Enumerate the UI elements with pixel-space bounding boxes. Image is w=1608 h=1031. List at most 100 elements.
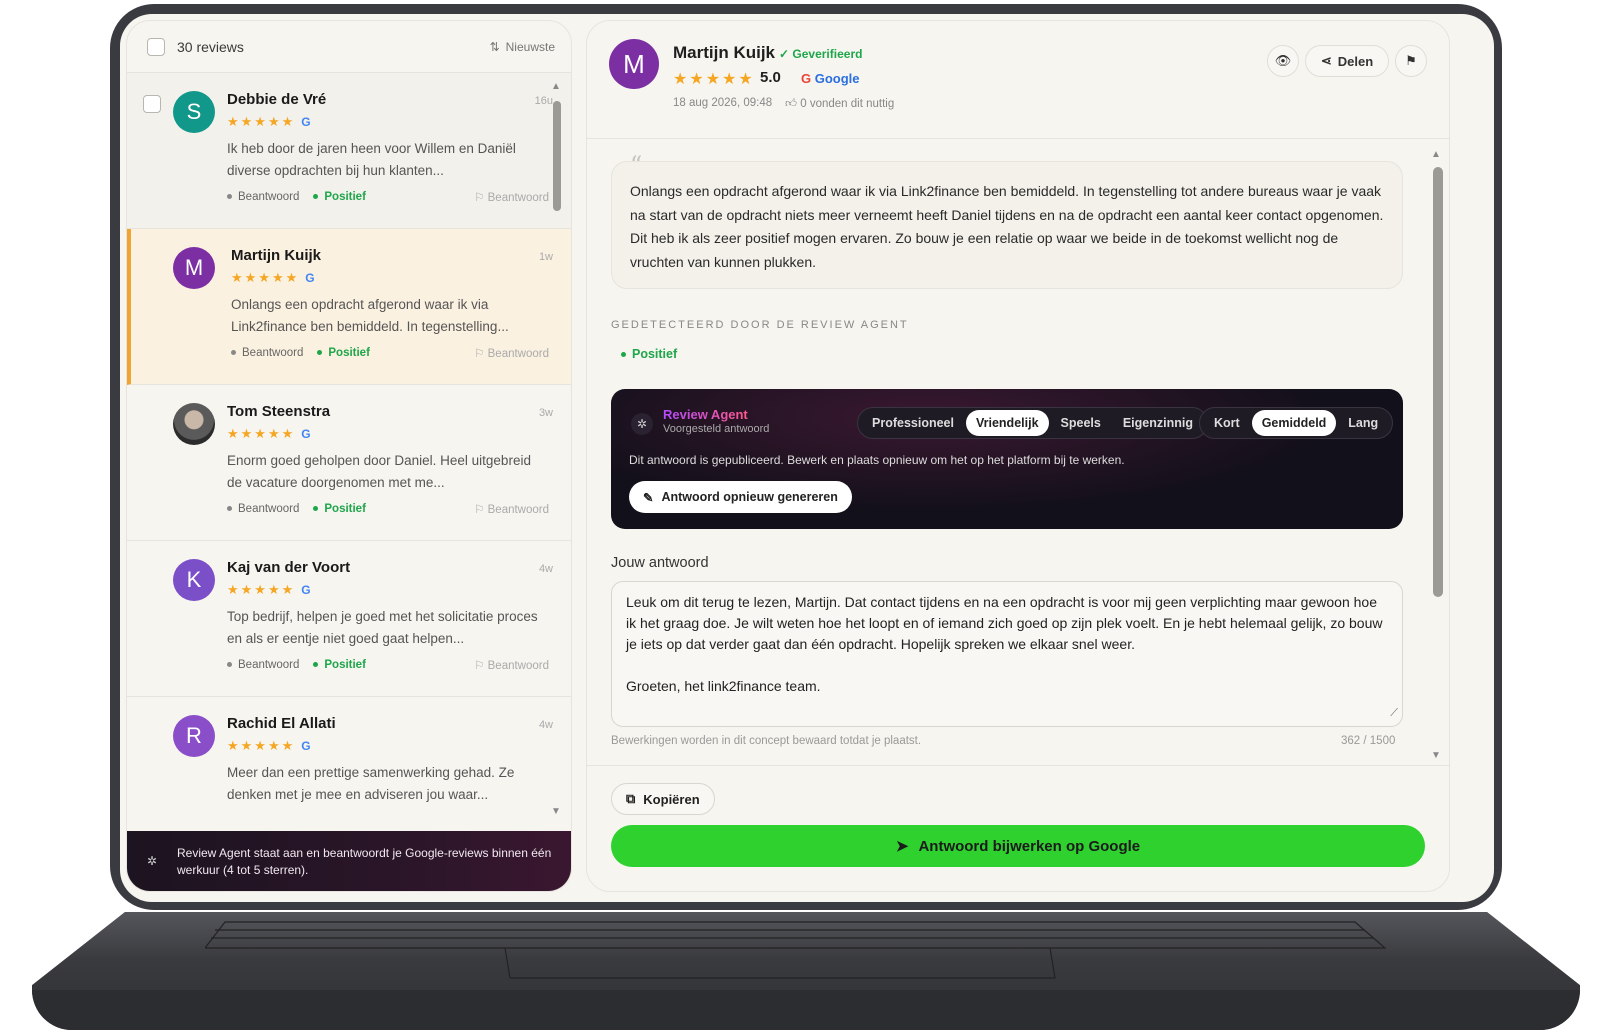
view-button[interactable]: 👁︎ <box>1267 45 1299 77</box>
review-text: Onlangs een opdracht afgerond waar ik vi… <box>630 183 1384 270</box>
answer-textarea[interactable]: Leuk om dit terug te lezen, Martijn. Dat… <box>611 581 1403 727</box>
share-button[interactable]: ⋖ Delen <box>1305 45 1389 77</box>
review-list-header: 30 reviews ⇅ Nieuwste <box>127 21 571 73</box>
check-circle-icon: ✓ <box>779 47 790 61</box>
reply-status: Beantwoord <box>227 191 299 203</box>
rating-stars: ★★★★★ <box>227 114 296 129</box>
tone-option-vriendelijk[interactable]: Vriendelijk <box>965 410 1049 436</box>
review-list-item[interactable]: Tom Steenstra 3w ★★★★★ G Enorm goed geho… <box>127 385 571 541</box>
review-list-item[interactable]: K Kaj van der Voort 4w ★★★★★ G Top bedri… <box>127 541 571 697</box>
tone-option-eigenzinnig[interactable]: Eigenzinnig <box>1113 410 1203 436</box>
review-detail-panel: M Martijn Kuijk ✓ Geverifieerd ★★★★★ 5.0… <box>586 20 1450 892</box>
length-option-kort[interactable]: Kort <box>1204 410 1250 436</box>
comment-icon: ⚐ <box>474 348 485 360</box>
google-icon: G <box>301 739 311 753</box>
review-list-panel: 30 reviews ⇅ Nieuwste S Debbie de Vré 16… <box>126 20 572 892</box>
scrollbar-thumb[interactable] <box>1433 167 1443 597</box>
review-snippet: Top bedrijf, helpen je goed met het soli… <box>227 609 538 646</box>
detail-scrollbar[interactable]: ▲ ▼ <box>1431 149 1443 761</box>
rating-row: ★★★★★ G <box>227 738 549 754</box>
eye-icon: 👁︎ <box>1274 53 1292 68</box>
review-list-item[interactable]: R Rachid El Allati 4w ★★★★★ G Meer dan e… <box>127 697 571 853</box>
sparkle-icon: ✲ <box>147 854 158 868</box>
review-list-item[interactable]: M Martijn Kuijk 1w ★★★★★ G Onlangs een o… <box>127 229 571 385</box>
review-snippet: Meer dan een prettige samenwerking gehad… <box>227 765 515 802</box>
tone-option-speels[interactable]: Speels <box>1051 410 1111 436</box>
reviewer-name: Rachid El Allati <box>227 715 336 732</box>
quote-icon: “ <box>630 151 643 179</box>
reviewer-name: Kaj van der Voort <box>227 559 351 576</box>
sort-dropdown[interactable]: ⇅ Nieuwste <box>490 40 555 54</box>
sentiment-tag: Positief <box>313 503 366 515</box>
review-snippet: Enorm goed geholpen door Daniel. Heel ui… <box>227 453 531 490</box>
rating-score: 5.0 <box>760 69 781 86</box>
regenerate-button[interactable]: ✎ Antwoord opnieuw genereren <box>629 481 852 513</box>
answer-text: Leuk om dit terug te lezen, Martijn. Dat… <box>626 594 1383 694</box>
review-text-box: “ Onlangs een opdracht afgerond waar ik … <box>611 153 1403 289</box>
review-meta: Beantwoord Positief ⚐ Beantwoord <box>227 502 549 516</box>
agent-status-text: Review Agent staat aan en beantwoordt je… <box>177 846 552 877</box>
review-meta: Beantwoord Positief ⚐ Beantwoord <box>231 346 549 360</box>
avatar <box>173 403 215 445</box>
reviewer-name: Tom Steenstra <box>227 403 331 420</box>
reply-status: Beantwoord <box>231 347 303 359</box>
useful-count: 👍︎ 0 vonden dit nuttig <box>785 97 894 111</box>
google-icon: G <box>305 271 315 285</box>
share-icon: ⋖ <box>1320 53 1332 68</box>
reply-indicator: ⚐ Beantwoord <box>474 660 549 672</box>
rating-stars: ★★★★★ <box>227 426 296 441</box>
avatar: M <box>173 247 215 289</box>
source-badge: G Google <box>801 71 860 86</box>
rating-stars: ★★★★★ <box>231 270 300 285</box>
length-option-lang[interactable]: Lang <box>1338 410 1388 436</box>
thumbs-up-icon: 👍︎ <box>785 98 798 110</box>
scrollbar-thumb[interactable] <box>553 101 561 211</box>
report-button[interactable]: ⚑ <box>1395 45 1427 77</box>
review-meta: Beantwoord Positief ⚐ Beantwoord <box>227 658 549 672</box>
verified-badge: ✓ Geverifieerd <box>779 47 862 61</box>
review-list-item[interactable]: S Debbie de Vré 16u ★★★★★ G Ik heb door … <box>127 73 571 229</box>
rating-row: ★★★★★ G <box>227 114 549 130</box>
rating-stars: ★★★★★ <box>227 738 296 753</box>
review-list-scrollbar[interactable]: ▲ ▼ <box>551 81 561 817</box>
rating-row: ★★★★★ G <box>227 426 549 442</box>
scroll-up-arrow-icon[interactable]: ▲ <box>1431 149 1441 160</box>
rating-row: ★★★★★ G <box>227 582 549 598</box>
tone-option-professioneel[interactable]: Professioneel <box>862 410 964 436</box>
sort-icon: ⇅ <box>489 39 500 54</box>
review-meta: Beantwoord Positief ⚐ Beantwoord <box>227 190 549 204</box>
copy-icon: ⧉ <box>626 791 636 806</box>
useful-label: 0 vonden dit nuttig <box>800 98 895 110</box>
review-checkbox[interactable] <box>143 95 161 113</box>
copy-label: Kopiëren <box>643 791 700 807</box>
publish-button[interactable]: ➤ Antwoord bijwerken op Google <box>611 825 1425 867</box>
rating-stars: ★★★★★ <box>673 71 755 88</box>
source-label: Google <box>814 71 860 86</box>
review-snippet: Ik heb door de jaren heen voor Willem en… <box>227 141 516 178</box>
sparkle-icon: ✲ <box>631 413 653 435</box>
review-detail-header: M Martijn Kuijk ✓ Geverifieerd ★★★★★ 5.0… <box>587 21 1449 139</box>
avatar: S <box>173 91 215 133</box>
scroll-down-arrow-icon[interactable]: ▼ <box>551 806 561 817</box>
review-list: S Debbie de Vré 16u ★★★★★ G Ik heb door … <box>127 73 571 853</box>
rating-row: ★★★★★ G <box>231 270 549 286</box>
detected-heading: GEDETECTEERD DOOR DE REVIEW AGENT <box>611 319 909 331</box>
answer-label: Jouw antwoord <box>611 555 709 571</box>
keyboard-illustration <box>203 918 1405 980</box>
flag-icon: ⚑ <box>1405 53 1417 68</box>
comment-icon: ⚐ <box>474 192 485 204</box>
review-agent-card: ✲ Review Agent Voorgesteld antwoord Prof… <box>611 389 1403 529</box>
resize-handle-icon[interactable]: ⟋ <box>1390 703 1398 724</box>
reply-indicator: ⚐ Beantwoord <box>474 192 549 204</box>
draft-hint: Bewerkingen worden in dit concept bewaar… <box>611 735 922 747</box>
agent-status-banner: ✲ Review Agent staat aan en beantwoordt … <box>127 831 571 891</box>
reply-indicator: ⚐ Beantwoord <box>474 504 549 516</box>
copy-button[interactable]: ⧉ Kopiëren <box>611 783 715 815</box>
review-count: 30 reviews <box>177 38 244 55</box>
scroll-up-arrow-icon[interactable]: ▲ <box>551 81 561 92</box>
length-option-gemiddeld[interactable]: Gemiddeld <box>1251 410 1337 436</box>
scroll-down-arrow-icon[interactable]: ▼ <box>1431 750 1441 761</box>
verified-label: Geverifieerd <box>792 47 863 61</box>
tone-selector: Professioneel Vriendelijk Speels Eigenzinni… <box>857 407 1208 439</box>
select-all-checkbox[interactable] <box>147 37 165 56</box>
